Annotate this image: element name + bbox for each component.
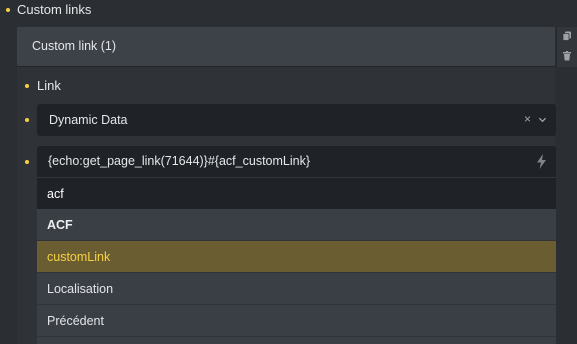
option-label: customLink: [47, 250, 111, 264]
bullet: [6, 8, 10, 12]
option-label: Localisation: [47, 282, 114, 296]
option-label: Précédent: [47, 314, 104, 328]
copy-icon[interactable]: [562, 31, 572, 41]
option-localisation[interactable]: Localisation: [37, 273, 556, 305]
lightning-icon[interactable]: [536, 154, 547, 169]
bullet: [25, 84, 29, 88]
section-title: Custom links: [17, 2, 92, 17]
trash-icon[interactable]: [562, 51, 572, 61]
select-value: Dynamic Data: [49, 113, 128, 127]
dynamic-data-dropdown: ACF customLink Localisation Précédent: [37, 209, 556, 344]
repeater-item-title: Custom link (1): [32, 39, 117, 53]
clear-icon[interactable]: ×: [524, 112, 531, 126]
option-precedent[interactable]: Précédent: [37, 305, 556, 337]
field-label-link: Link: [37, 78, 61, 93]
dynamic-data-search[interactable]: [37, 178, 556, 209]
option-group-acf: ACF: [37, 209, 556, 241]
chevron-down-icon[interactable]: [538, 115, 547, 124]
repeater-item-header[interactable]: Custom link (1): [17, 27, 555, 67]
link-input[interactable]: {echo:get_page_link(71644)}#{acf_customL…: [37, 146, 556, 178]
search-input[interactable]: [47, 184, 527, 204]
option-customlink[interactable]: customLink: [37, 241, 556, 273]
bullet: [25, 160, 29, 164]
group-label: ACF: [47, 218, 73, 232]
bullet: [25, 118, 29, 122]
link-input-value: {echo:get_page_link(71644)}#{acf_customL…: [48, 154, 311, 168]
dynamic-data-select[interactable]: Dynamic Data ×: [37, 104, 556, 136]
repeater-actions: [556, 27, 577, 67]
